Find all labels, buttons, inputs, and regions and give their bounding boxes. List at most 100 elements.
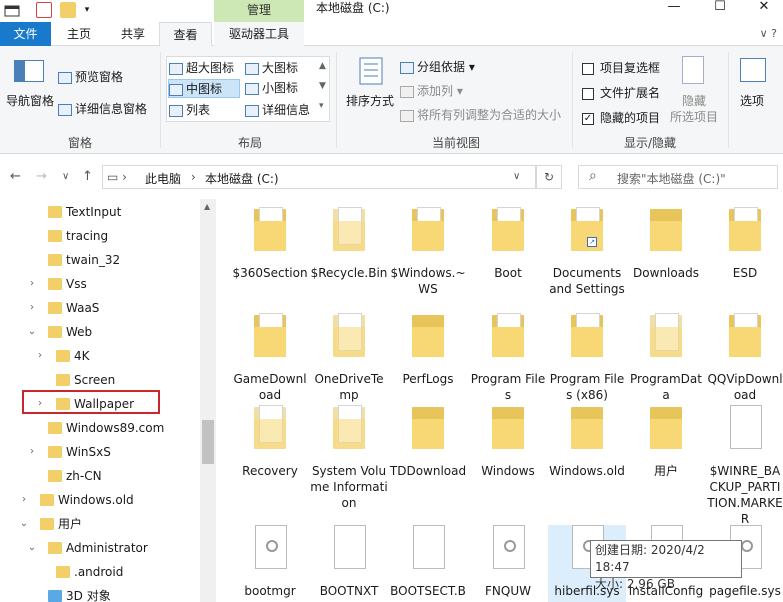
file-item[interactable]: $360Section	[231, 207, 309, 311]
layout-details[interactable]: 详细信息	[245, 101, 310, 118]
tree-item[interactable]: › Vss	[0, 273, 200, 295]
file-item[interactable]: bootmgr	[231, 525, 309, 602]
tab-drive-tools[interactable]: 驱动器工具	[214, 22, 304, 46]
new-folder-quick-access-icon[interactable]	[60, 2, 76, 18]
breadcrumb-this-pc[interactable]: 此电脑	[145, 170, 181, 187]
collapse-chevron-icon[interactable]: ⌄	[26, 537, 38, 559]
tree-item[interactable]: tracing	[0, 225, 200, 247]
expand-chevron-icon[interactable]: ›	[34, 345, 46, 367]
close-button[interactable]: ✕	[744, 0, 783, 16]
tree-item[interactable]: 3D 对象	[0, 585, 200, 602]
manage-contextual-tab[interactable]: 管理	[214, 0, 304, 22]
file-item[interactable]: Program Files (x86)	[548, 313, 626, 417]
item-checkboxes-toggle[interactable]: 项目复选框	[582, 59, 660, 76]
address-bar[interactable]: ▭ › 此电脑 › 本地磁盘 (C:) ∨	[102, 165, 536, 189]
properties-quick-access-icon[interactable]	[36, 2, 52, 18]
hide-selected-button[interactable]: 隐藏	[682, 92, 706, 109]
file-item[interactable]: ProgramData	[627, 313, 705, 417]
file-item[interactable]: ESD	[706, 207, 783, 311]
forward-arrow-icon[interactable]: →	[36, 169, 47, 184]
file-extensions-toggle[interactable]: 文件扩展名	[582, 84, 660, 101]
ribbon-collapse-help[interactable]: ∨ ?	[760, 27, 777, 40]
tree-item[interactable]: TextInput	[0, 201, 200, 223]
collapse-chevron-icon[interactable]: ⌄	[18, 513, 30, 535]
tree-item[interactable]: ⌄ Web	[0, 321, 200, 343]
tree-item[interactable]: › WinSxS	[0, 441, 200, 463]
file-item[interactable]: BOOTNXT	[310, 525, 388, 602]
file-item[interactable]: Downloads	[627, 207, 705, 311]
file-item[interactable]: PerfLogs	[389, 313, 467, 417]
layout-extra-large-icons[interactable]: 超大图标	[169, 59, 234, 76]
search-input[interactable]: 搜索"本地磁盘 (C:)"	[617, 170, 726, 187]
layout-medium-icons[interactable]: 中图标	[168, 79, 240, 98]
file-item[interactable]: Windows	[469, 405, 547, 523]
hidden-items-toggle[interactable]: ✓ 隐藏的项目	[582, 109, 660, 126]
system-menu-icon[interactable]	[4, 2, 20, 18]
scroll-up-icon[interactable]: ▲	[204, 202, 210, 211]
tab-share[interactable]: 共享	[107, 22, 159, 46]
tree-scrollbar-thumb[interactable]	[202, 420, 214, 464]
expand-chevron-icon[interactable]: ›	[26, 273, 38, 295]
search-box[interactable]: ⌕ 搜索"本地磁盘 (C:)"	[578, 165, 778, 189]
file-item[interactable]: System Volume Information	[310, 405, 388, 523]
layout-list[interactable]: 列表	[169, 101, 210, 118]
file-item[interactable]: 用户	[627, 405, 705, 523]
tree-item[interactable]: ⌄ Administrator	[0, 537, 200, 559]
tab-home[interactable]: 主页	[51, 22, 107, 46]
file-item[interactable]: ↗ Documents and Settings	[548, 207, 626, 311]
tree-item[interactable]: twain_32	[0, 249, 200, 271]
file-item[interactable]: QQVipDownload	[706, 313, 783, 417]
expand-chevron-icon[interactable]: ›	[26, 441, 38, 463]
maximize-button[interactable]: ☐	[700, 0, 740, 16]
tree-item[interactable]: Screen	[0, 369, 200, 391]
recent-locations-icon[interactable]: ∨	[62, 171, 69, 182]
refresh-button[interactable]: ↻	[536, 165, 562, 189]
expand-chevron-icon[interactable]: ›	[18, 489, 30, 511]
expand-chevron-icon[interactable]: ›	[26, 297, 38, 319]
options-button[interactable]: 选项	[740, 92, 764, 109]
quick-access-dropdown-icon[interactable]: ▾	[82, 2, 92, 18]
layout-large-icons[interactable]: 大图标	[245, 59, 298, 76]
up-arrow-icon[interactable]: ↑	[82, 169, 93, 184]
add-column-button[interactable]: 添加列 ▾	[400, 82, 463, 99]
gallery-scroll-up-icon[interactable]: ▲	[319, 61, 326, 71]
details-pane-button[interactable]: 详细信息窗格	[58, 100, 147, 117]
group-by-button[interactable]: 分组依据 ▾	[400, 58, 475, 75]
tree-scrollbar[interactable]	[200, 199, 216, 602]
tree-item[interactable]: .android	[0, 561, 200, 583]
preview-pane-button[interactable]: 预览窗格	[58, 68, 123, 85]
collapse-chevron-icon[interactable]: ⌄	[26, 321, 38, 343]
file-item[interactable]: Recovery	[231, 405, 309, 523]
list-icon	[169, 104, 183, 117]
tab-view[interactable]: 查看	[159, 22, 212, 47]
file-item[interactable]: $Recycle.Bin	[310, 207, 388, 311]
minimize-button[interactable]: —	[654, 0, 694, 16]
file-item[interactable]: Program Files	[469, 313, 547, 417]
folder-icon	[567, 405, 607, 451]
tree-item[interactable]: › Windows.old	[0, 489, 200, 511]
gallery-expand-icon[interactable]: ▾	[319, 101, 324, 111]
file-item[interactable]: FNQUW	[469, 525, 547, 602]
fit-columns-button[interactable]: 将所有列调整为合适的大小	[400, 106, 561, 123]
file-item[interactable]: Boot	[469, 207, 547, 311]
sort-by-button[interactable]: 排序方式	[346, 92, 394, 109]
tree-item[interactable]: Windows89.com	[0, 417, 200, 439]
gallery-scroll-down-icon[interactable]: ▼	[319, 81, 326, 91]
tree-item[interactable]: ⌄ 用户	[0, 513, 200, 535]
tab-file[interactable]: 文件	[0, 22, 51, 46]
file-item[interactable]: GameDownload	[231, 313, 309, 417]
layout-small-icons[interactable]: 小图标	[245, 79, 298, 96]
tree-item[interactable]: zh-CN	[0, 465, 200, 487]
tree-item[interactable]: › 4K	[0, 345, 200, 367]
navigation-pane-button[interactable]: 导航窗格	[6, 92, 54, 109]
file-item[interactable]: $Windows.~WS	[389, 207, 467, 311]
back-arrow-icon[interactable]: ←	[10, 169, 21, 184]
file-item[interactable]: BOOTSECT.BAK	[389, 525, 467, 602]
address-dropdown-icon[interactable]: ∨	[513, 171, 520, 182]
file-item[interactable]: OneDriveTemp	[310, 313, 388, 417]
file-item[interactable]: TDDownload	[389, 405, 467, 523]
breadcrumb-local-disk[interactable]: 本地磁盘 (C:)	[205, 170, 279, 187]
tree-item[interactable]: › WaaS	[0, 297, 200, 319]
file-item[interactable]: $WINRE_BACKUP_PARTITION.MARKER	[706, 405, 783, 526]
file-item[interactable]: Windows.old	[548, 405, 626, 523]
